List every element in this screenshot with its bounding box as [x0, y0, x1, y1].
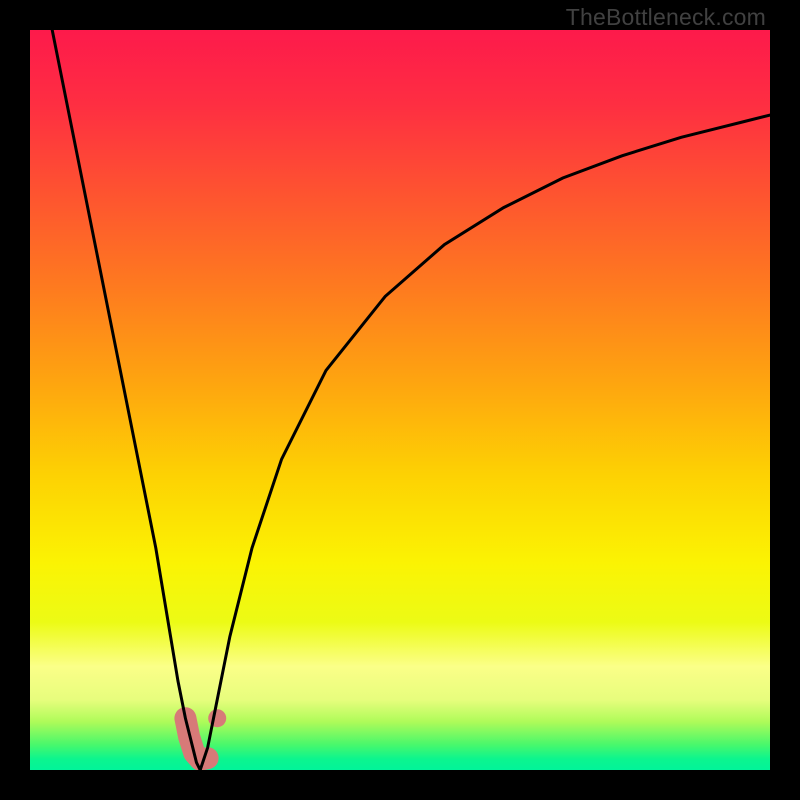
watermark-text: TheBottleneck.com — [566, 4, 766, 31]
outer-frame: TheBottleneck.com — [0, 0, 800, 800]
curve-left-branch — [52, 30, 200, 770]
curve-right-branch — [200, 115, 770, 770]
plot-area — [30, 30, 770, 770]
curve-layer — [30, 30, 770, 770]
